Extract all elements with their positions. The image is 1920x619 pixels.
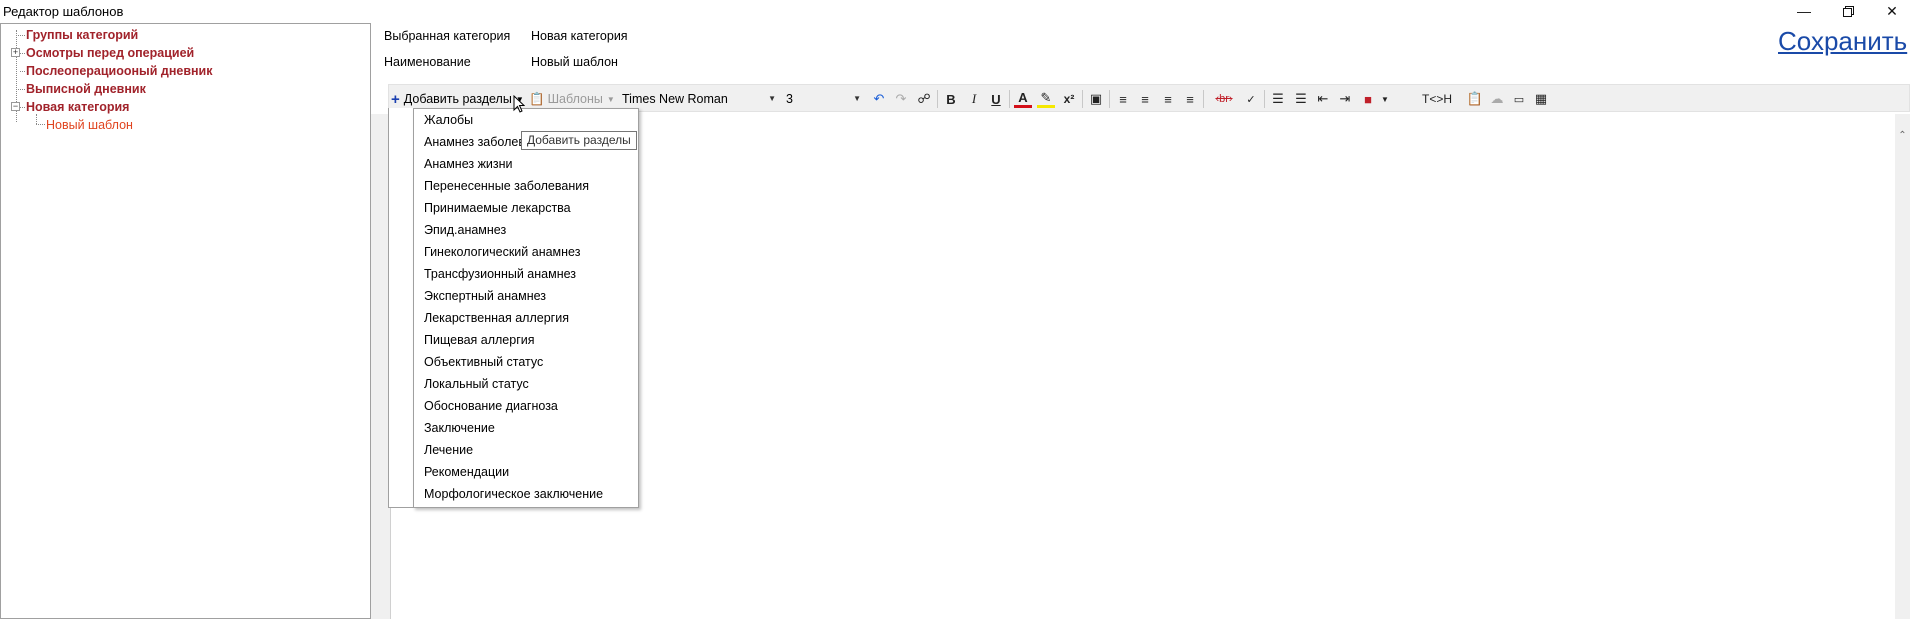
plus-icon: + — [391, 90, 400, 108]
cloud-icon[interactable]: ☁ — [1488, 90, 1506, 108]
add-sections-dropdown[interactable]: Жалобы Анамнез заболев Анамнез жизни Пер… — [413, 108, 639, 508]
clear-format-icon[interactable]: ‹br› — [1208, 90, 1240, 108]
dropdown-item[interactable]: Рекомендации — [424, 462, 509, 482]
dropdown-item[interactable]: Эпид.анамнез — [424, 220, 506, 240]
font-name-value: Times New Roman — [622, 92, 728, 106]
tooltip: Добавить разделы — [521, 131, 637, 150]
chevron-down-icon: ▼ — [768, 94, 776, 103]
add-sections-label: Добавить разделы — [403, 92, 512, 106]
align-justify-icon[interactable]: ≡ — [1181, 90, 1199, 108]
bold-icon[interactable]: B — [942, 90, 960, 108]
dropdown-item[interactable]: Жалобы — [424, 110, 473, 130]
add-sections-button[interactable]: + Добавить разделы ▼ — [391, 89, 527, 109]
selected-category-label: Выбранная категория — [384, 29, 511, 43]
templates-icon: 📋 — [529, 91, 545, 106]
chevron-up-icon[interactable]: ⌃ — [1895, 130, 1910, 144]
spellcheck-icon[interactable]: ✓ — [1242, 90, 1260, 108]
tree-item-new-category[interactable]: Новая категория — [26, 98, 129, 116]
dropdown-item[interactable]: Экспертный анамнез — [424, 286, 546, 306]
selected-category-value: Новая категория — [531, 29, 628, 43]
dropdown-item[interactable]: Гинекологический анамнез — [424, 242, 580, 262]
name-value: Новый шаблон — [531, 55, 618, 69]
chevron-down-icon: ▼ — [606, 94, 615, 104]
dropdown-item[interactable]: Анамнез жизни — [424, 154, 513, 174]
numbered-list-icon[interactable]: ☰ — [1269, 90, 1287, 108]
font-size-value: 3 — [786, 92, 793, 106]
field-icon[interactable]: ▭ — [1510, 90, 1528, 108]
font-name-select[interactable]: Times New Roman ▼ — [618, 89, 780, 109]
dropdown-item[interactable]: Заключение — [424, 418, 495, 438]
minimize-button[interactable]: — — [1782, 0, 1826, 22]
font-color-icon[interactable]: A — [1014, 90, 1032, 108]
dropdown-item[interactable]: Пищевая аллергия — [424, 330, 535, 350]
restore-button[interactable] — [1826, 0, 1870, 22]
chevron-down-icon: ▼ — [853, 94, 861, 103]
dropdown-item[interactable]: Объективный статус — [424, 352, 543, 372]
dropdown-item[interactable]: Лечение — [424, 440, 473, 460]
restore-icon — [1842, 5, 1854, 17]
find-icon[interactable]: ☍ — [915, 90, 933, 108]
editor-scrollbar[interactable]: ⌃ — [1895, 114, 1910, 619]
save-link[interactable]: Сохранить — [1778, 26, 1907, 57]
dropdown-item[interactable]: Перенесенные заболевания — [424, 176, 589, 196]
templates-button[interactable]: 📋 Шаблоны ▼ — [529, 89, 615, 109]
category-tree[interactable]: + − Группы категорий Осмотры перед опера… — [0, 23, 371, 619]
align-right-icon[interactable]: ≡ — [1159, 90, 1177, 108]
tree-item-discharge-diary[interactable]: Выписной дневник — [26, 80, 146, 98]
align-center-icon[interactable]: ≡ — [1136, 90, 1154, 108]
dropdown-item[interactable]: Лекарственная аллергия — [424, 308, 569, 328]
undo-icon[interactable]: ↶ — [870, 90, 888, 108]
italic-icon[interactable]: I — [965, 90, 983, 108]
dropdown-item[interactable]: Обоснование диагноза — [424, 396, 558, 416]
templates-label: Шаблоны — [547, 92, 603, 106]
highlight-icon[interactable]: ✎ — [1037, 90, 1055, 108]
tree-item-category-groups[interactable]: Группы категорий — [26, 26, 138, 44]
close-button[interactable]: ✕ — [1870, 0, 1914, 22]
dropdown-item[interactable]: Анамнез заболев — [424, 132, 525, 152]
table-icon[interactable]: ▦ — [1532, 90, 1550, 108]
case-toggle-button[interactable]: T<>H — [1420, 90, 1454, 108]
window-titlebar: Редактор шаблонов — ✕ — [0, 0, 1920, 22]
align-left-icon[interactable]: ≡ — [1114, 90, 1132, 108]
dropdown-item[interactable]: Локальный статус — [424, 374, 529, 394]
superscript-icon[interactable]: x² — [1060, 90, 1078, 108]
font-size-select[interactable]: 3 ▼ — [782, 89, 865, 109]
tree-item-preop-exams[interactable]: Осмотры перед операцией — [26, 44, 194, 62]
underline-icon[interactable]: U — [987, 90, 1005, 108]
dropdown-left-frame — [388, 108, 414, 508]
name-label: Наименование — [384, 55, 471, 69]
window-title: Редактор шаблонов — [3, 4, 124, 19]
chevron-down-icon[interactable]: ▼ — [1376, 90, 1394, 108]
tree-item-new-template[interactable]: Новый шаблон — [46, 116, 133, 134]
page-color-icon[interactable]: ■ — [1359, 90, 1377, 108]
minimize-icon: — — [1797, 3, 1811, 19]
dropdown-item[interactable]: Морфологическое заключение — [424, 484, 603, 504]
paste-icon[interactable]: 📋 — [1466, 90, 1484, 108]
insert-image-icon[interactable]: ▣ — [1087, 90, 1105, 108]
redo-icon[interactable]: ↷ — [892, 90, 910, 108]
close-icon: ✕ — [1886, 2, 1898, 19]
collapse-toggle-icon[interactable]: − — [11, 102, 20, 111]
indent-icon[interactable]: ⇥ — [1336, 90, 1354, 108]
expand-toggle-icon[interactable]: + — [11, 48, 20, 57]
mouse-cursor-icon — [513, 95, 525, 113]
dropdown-item[interactable]: Трансфузионный анамнез — [424, 264, 576, 284]
bullet-list-icon[interactable]: ☰ — [1292, 90, 1310, 108]
dropdown-item[interactable]: Принимаемые лекарства — [424, 198, 571, 218]
tree-item-postop-diary[interactable]: Послеоперациооный дневник — [26, 62, 213, 80]
outdent-icon[interactable]: ⇤ — [1314, 90, 1332, 108]
